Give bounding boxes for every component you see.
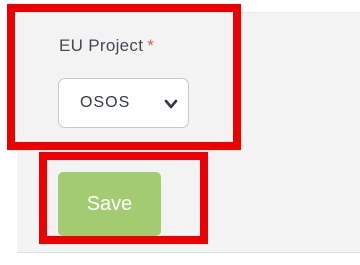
field-highlight-box — [7, 4, 241, 150]
save-highlight-box — [39, 152, 208, 244]
